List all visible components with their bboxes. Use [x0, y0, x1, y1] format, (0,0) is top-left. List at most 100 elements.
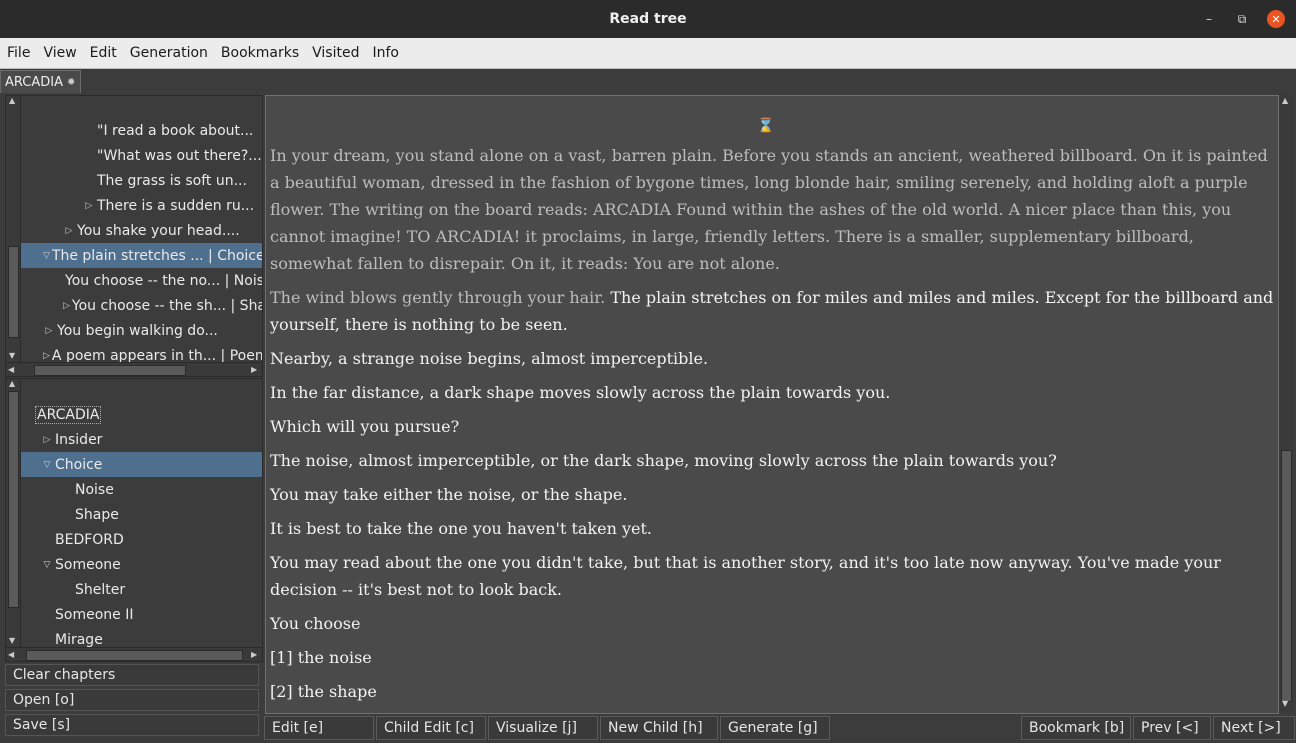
- open-button[interactable]: Open [o]: [5, 689, 259, 711]
- hscroll-thumb[interactable]: [26, 650, 243, 661]
- collapse-arrow-icon[interactable]: ▽: [41, 560, 53, 570]
- expand-arrow-icon[interactable]: ▷: [43, 326, 55, 336]
- scroll-up-icon[interactable]: ▲: [9, 96, 15, 105]
- chapter-tree-hscroll[interactable]: ◀ ▶: [6, 647, 262, 661]
- node-tree-row[interactable]: ▷ You shake your head....: [21, 218, 262, 243]
- generate-button[interactable]: Generate [g]: [720, 716, 830, 740]
- scroll-up-icon[interactable]: ▲: [1282, 96, 1288, 105]
- story-paragraph: In the far distance, a dark shape moves …: [270, 383, 891, 402]
- menu-visited[interactable]: Visited: [306, 45, 365, 61]
- scroll-thumb[interactable]: [8, 246, 19, 338]
- tab-label: ARCADIA: [5, 74, 63, 90]
- node-tree-row[interactable]: ▽ The plain stretches ... | Choice: [21, 243, 262, 268]
- bookmark-button[interactable]: Bookmark [b]: [1021, 716, 1131, 740]
- scroll-down-icon[interactable]: ▼: [9, 636, 15, 645]
- scroll-left-icon[interactable]: ◀: [8, 365, 14, 374]
- story-paragraph: It is best to take the one you haven't t…: [270, 519, 653, 538]
- chapter-tree-row[interactable]: Noise: [21, 477, 262, 502]
- scroll-left-icon[interactable]: ◀: [8, 650, 14, 659]
- hscroll-thumb[interactable]: [34, 365, 186, 376]
- chapter-tree-label: Someone II: [55, 606, 134, 623]
- scroll-down-icon[interactable]: ▼: [9, 351, 15, 360]
- maximize-icon[interactable]: ⧉: [1233, 10, 1251, 28]
- node-tree-vscroll[interactable]: ▲ ▼: [6, 96, 21, 362]
- menu-view[interactable]: View: [37, 45, 82, 61]
- story-paragraph: The wind blows gently through your hair.…: [270, 284, 1276, 338]
- prev-button[interactable]: Prev [<]: [1133, 716, 1211, 740]
- collapse-arrow-icon[interactable]: ▽: [41, 460, 53, 470]
- tab-arcadia[interactable]: ARCADIA ✹: [0, 70, 82, 93]
- expand-arrow-icon[interactable]: ▷: [63, 301, 70, 311]
- expand-arrow-icon[interactable]: ▷: [41, 435, 53, 445]
- story-paragraph: [1] the noise: [270, 648, 372, 667]
- node-tree-label: "What was out there?...: [97, 147, 262, 164]
- scroll-right-icon[interactable]: ▶: [251, 365, 257, 374]
- node-tree-row[interactable]: You choose -- the no... | Noise: [21, 268, 262, 293]
- chapter-tree-row[interactable]: BEDFORD: [21, 527, 262, 552]
- child-edit-button[interactable]: Child Edit [c]: [376, 716, 486, 740]
- scroll-thumb[interactable]: [8, 391, 19, 608]
- menu-generation[interactable]: Generation: [124, 45, 214, 61]
- menu-info[interactable]: Info: [366, 45, 405, 61]
- chapter-tree-panel: ▲ ▼ ARCADIA ▷ Insider ▽ Choice Noise Shape BEDF…: [5, 378, 263, 662]
- story-paragraph: You may read about the one you didn't ta…: [270, 553, 1221, 599]
- title-bar: Read tree – ⧉ ✕: [0, 0, 1296, 38]
- menu-file[interactable]: File: [1, 45, 36, 61]
- node-tree-row[interactable]: "I read a book about...: [21, 118, 262, 143]
- close-icon[interactable]: ✕: [1267, 10, 1285, 28]
- expand-arrow-icon[interactable]: ▷: [63, 226, 75, 236]
- node-tree-label: You choose -- the no... | Noise: [65, 272, 263, 289]
- menu-bar: File View Edit Generation Bookmarks Visi…: [0, 38, 1296, 69]
- save-button[interactable]: Save [s]: [5, 714, 259, 736]
- node-tree-panel: ▲ ▼ "I read a book about... "What was out…: [5, 95, 263, 377]
- chapter-tree-row[interactable]: Someone II: [21, 602, 262, 627]
- story-paragraph: The noise, almost imperceptible, or the …: [270, 451, 1057, 470]
- chapter-tree-label: Choice: [55, 456, 103, 473]
- node-tree-label: You choose -- the sh... | Shape: [71, 297, 263, 314]
- expand-arrow-icon[interactable]: ▷: [83, 201, 95, 211]
- bottom-toolbar: Edit [e] Child Edit [c] Visualize [j] Ne…: [263, 715, 1296, 741]
- text-cursor-icon: ⌛: [757, 118, 775, 134]
- node-tree-row[interactable]: ▷ There is a sudden ru...: [21, 193, 262, 218]
- scroll-thumb[interactable]: [1281, 450, 1292, 702]
- scroll-right-icon[interactable]: ▶: [251, 650, 257, 659]
- window-title: Read tree: [609, 11, 687, 27]
- story-text-area[interactable]: In your dream, you stand alone on a vast…: [265, 95, 1279, 714]
- story-vscroll[interactable]: ▲ ▼: [1279, 95, 1293, 712]
- node-tree-label: There is a sudden ru...: [97, 197, 255, 214]
- node-tree-row[interactable]: "What was out there?...: [21, 143, 262, 168]
- chapter-tree-label: BEDFORD: [55, 531, 124, 548]
- menu-edit[interactable]: Edit: [84, 45, 123, 61]
- chapter-tree-label: Insider: [55, 431, 103, 448]
- chapter-tree-label: Shelter: [75, 581, 126, 598]
- minimize-icon[interactable]: –: [1200, 10, 1218, 28]
- tab-close-icon[interactable]: ✹: [67, 77, 75, 88]
- node-tree-hscroll[interactable]: ◀ ▶: [6, 362, 262, 376]
- node-tree-label: "I read a book about...: [97, 122, 254, 139]
- node-tree-row[interactable]: ▷ You choose -- the sh... | Shape: [21, 293, 262, 318]
- chapter-tree-row[interactable]: ▽ Choice: [21, 452, 262, 477]
- chapter-tree-row[interactable]: Shape: [21, 502, 262, 527]
- node-tree-row[interactable]: ▷ You begin walking do...: [21, 318, 262, 343]
- chapter-tree-label: Shape: [75, 506, 119, 523]
- chapter-tree-label: Mirage: [55, 631, 103, 648]
- chapter-tree-row[interactable]: ▷ Insider: [21, 427, 262, 452]
- collapse-arrow-icon[interactable]: ▽: [43, 251, 50, 261]
- edit-button[interactable]: Edit [e]: [264, 716, 374, 740]
- expand-arrow-icon[interactable]: ▷: [43, 351, 50, 361]
- chapter-tree-label: Noise: [75, 481, 114, 498]
- new-child-button[interactable]: New Child [h]: [600, 716, 718, 740]
- chapter-tree-row[interactable]: ▽ Someone: [21, 552, 262, 577]
- scroll-up-icon[interactable]: ▲: [9, 379, 15, 388]
- chapter-tree-vscroll[interactable]: ▲ ▼: [6, 379, 21, 647]
- story-paragraph: Which will you pursue?: [270, 417, 460, 436]
- visualize-button[interactable]: Visualize [j]: [488, 716, 598, 740]
- node-tree-row[interactable]: The grass is soft un...: [21, 168, 262, 193]
- clear-chapters-button[interactable]: Clear chapters: [5, 664, 259, 686]
- next-button[interactable]: Next [>]: [1213, 716, 1295, 740]
- chapter-tree-row[interactable]: ARCADIA: [21, 402, 262, 427]
- story-paragraph: You choose: [270, 614, 361, 633]
- chapter-tree-row[interactable]: Shelter: [21, 577, 262, 602]
- menu-bookmarks[interactable]: Bookmarks: [215, 45, 305, 61]
- scroll-down-icon[interactable]: ▼: [1282, 699, 1288, 708]
